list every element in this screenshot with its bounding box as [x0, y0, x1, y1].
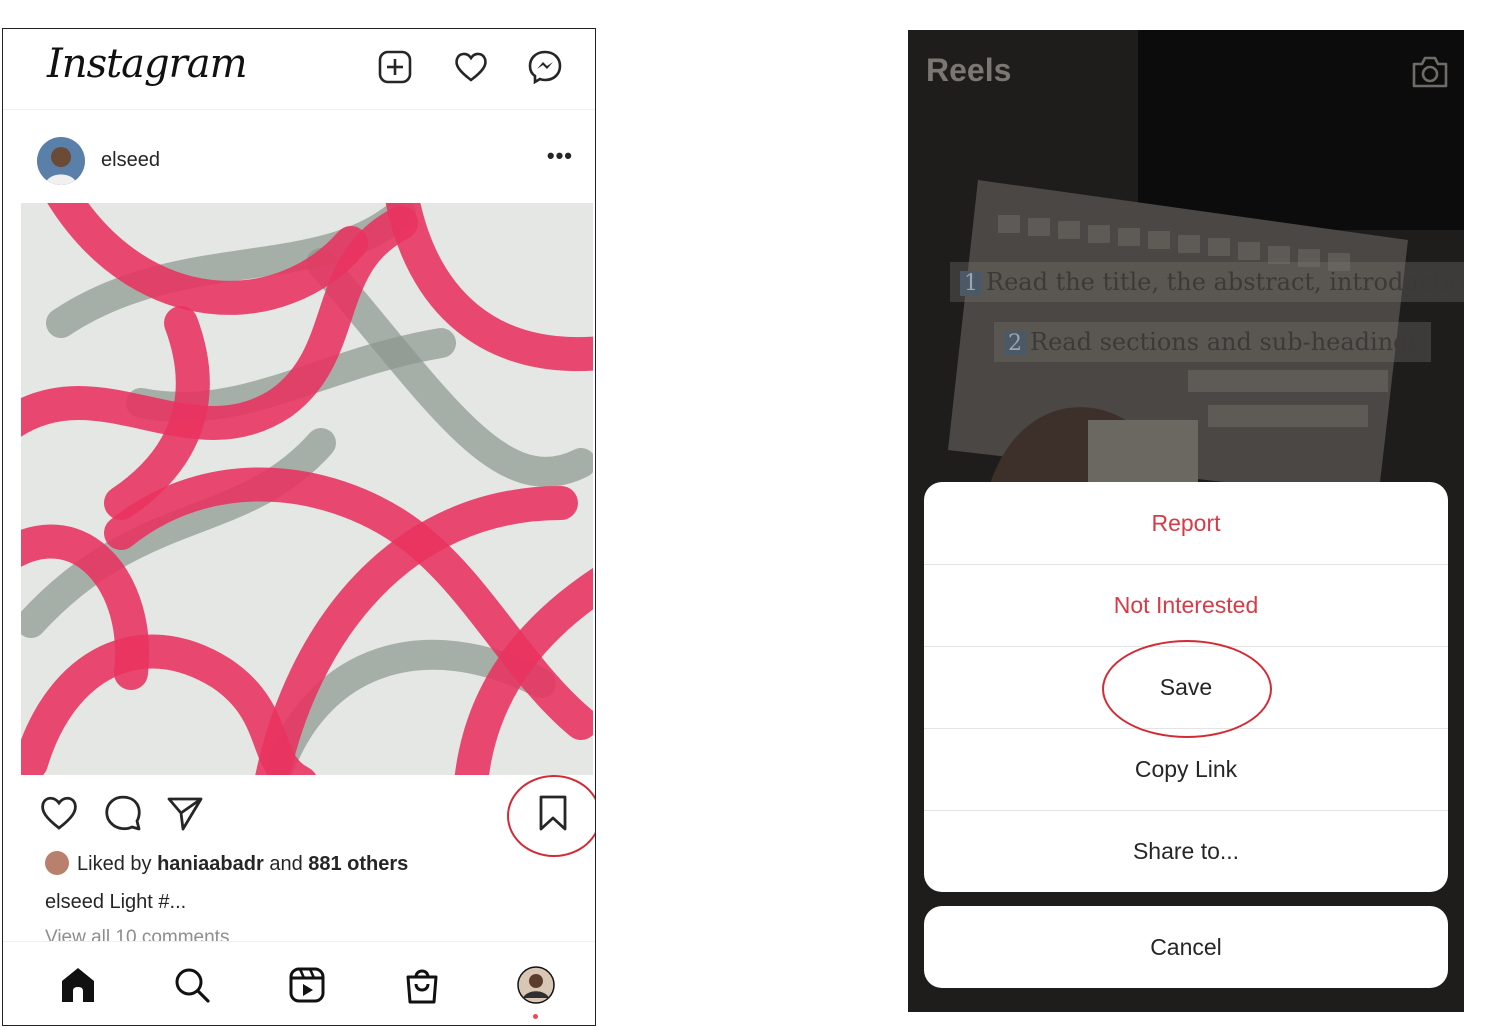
report-option[interactable]: Report — [924, 482, 1448, 565]
more-options-icon[interactable]: ••• — [547, 143, 573, 169]
comment-icon[interactable] — [101, 791, 145, 835]
reels-title: Reels — [926, 52, 1012, 88]
notification-dot — [533, 1014, 538, 1019]
instagram-logo: Instagram — [47, 41, 248, 87]
cancel-button[interactable]: Cancel — [924, 906, 1448, 988]
camera-icon[interactable] — [1410, 52, 1450, 92]
shop-icon[interactable] — [401, 964, 443, 1006]
profile-icon[interactable] — [515, 964, 557, 1006]
save-highlight-circle — [1102, 640, 1272, 738]
liker-avatar — [45, 851, 69, 875]
avatar[interactable] — [37, 137, 85, 185]
home-icon[interactable] — [57, 964, 99, 1006]
reel-caption-line-1: 1 Read the title, the abstract, introduct… — [950, 262, 1464, 302]
top-bar: Instagram — [3, 29, 595, 110]
heart-icon[interactable] — [451, 47, 491, 87]
bottom-nav — [3, 941, 595, 1025]
post-header: elseed ••• — [3, 121, 595, 203]
step-number-1: 1 — [960, 271, 982, 296]
instagram-feed-screen: Instagram elseed ••• Liked by haniaabadr… — [2, 28, 596, 1026]
reels-icon[interactable] — [286, 964, 328, 1006]
reel-caption-line-2: 2 Read sections and sub-headings — [994, 322, 1431, 362]
caption-username[interactable]: elseed — [45, 891, 104, 913]
likes-mid: and — [263, 853, 309, 875]
post-caption: elseed Light #... — [45, 891, 186, 914]
copy-link-option[interactable]: Copy Link — [924, 728, 1448, 811]
post-username[interactable]: elseed — [101, 149, 160, 172]
reels-screen: Reels 1 Read the title, the abstract, int… — [908, 30, 1464, 1012]
action-sheet: Report Not Interested Save Copy Link Sha… — [924, 482, 1448, 892]
caption-text: Light #... — [103, 891, 187, 913]
likes-count[interactable]: 881 others — [308, 853, 408, 875]
like-icon[interactable] — [37, 791, 81, 835]
share-to-option[interactable]: Share to... — [924, 810, 1448, 892]
save-highlight-circle — [507, 775, 595, 857]
likes-line: Liked by haniaabadr and 881 others — [45, 851, 408, 876]
messenger-icon[interactable] — [525, 47, 565, 87]
not-interested-option[interactable]: Not Interested — [924, 564, 1448, 647]
step-text-1: Read the title, the abstract, introducti… — [986, 268, 1464, 296]
view-comments-link[interactable]: View all 10 comments — [45, 927, 229, 941]
search-icon[interactable] — [171, 964, 213, 1006]
step-number-2: 2 — [1004, 331, 1026, 356]
new-post-icon[interactable] — [375, 47, 415, 87]
post-image[interactable] — [21, 203, 593, 775]
likes-user[interactable]: haniaabadr — [157, 853, 264, 875]
share-icon[interactable] — [163, 791, 207, 835]
likes-prefix: Liked by — [77, 853, 158, 875]
step-text-2: Read sections and sub-headings — [1030, 328, 1421, 356]
